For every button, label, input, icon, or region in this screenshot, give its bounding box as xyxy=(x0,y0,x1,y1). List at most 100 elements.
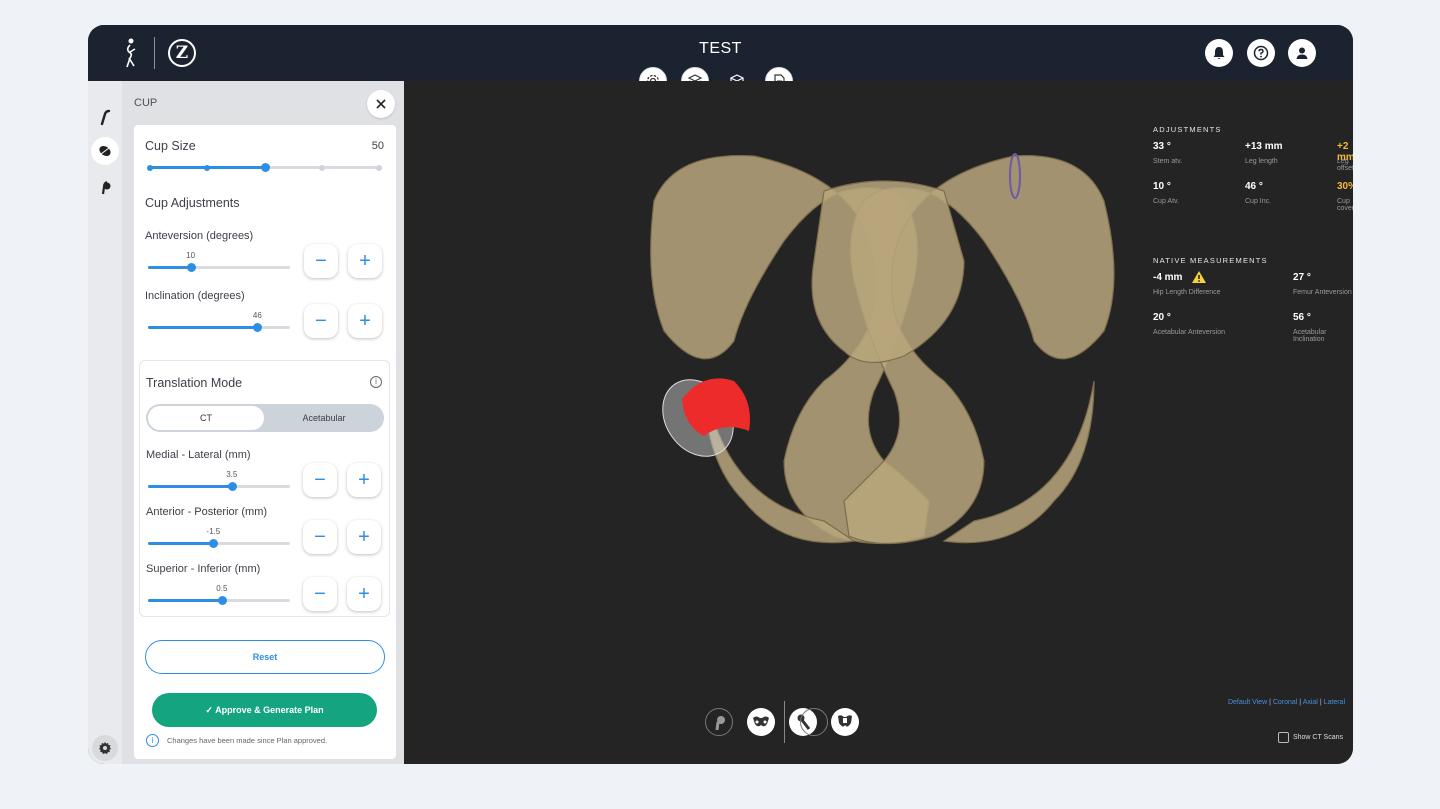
anteversion-label: Anteversion (degrees) xyxy=(145,230,254,242)
adjustments-heading: ADJUSTMENTS xyxy=(1153,125,1222,134)
adjustment-label: Cup coverage xyxy=(1337,198,1353,212)
cup-size-slider[interactable] xyxy=(147,163,382,172)
info-icon: i xyxy=(146,734,159,747)
cup-size-tick xyxy=(376,164,382,171)
adjustment-value: +13 mm xyxy=(1245,141,1283,152)
pelvis-front-view-icon[interactable] xyxy=(831,708,859,736)
superior-inferior-plus-button[interactable]: + xyxy=(347,577,381,611)
adjustment-label: Leg offset xyxy=(1337,158,1353,172)
translation-mode-label: Translation Mode xyxy=(146,376,243,390)
reset-button[interactable]: Reset xyxy=(145,640,385,674)
lateral-view-link[interactable]: Lateral xyxy=(1324,699,1345,706)
info-icon[interactable]: i xyxy=(370,376,382,388)
anteversion-minus-button[interactable]: − xyxy=(304,244,338,278)
bottom-divider xyxy=(784,701,785,743)
cup-size-label: Cup Size xyxy=(145,139,196,153)
adjustment-value: 46 ° xyxy=(1245,181,1263,192)
medial-lateral-value: 3.5 xyxy=(226,470,238,479)
stem-tab-icon[interactable] xyxy=(91,173,119,201)
approve-generate-plan-button[interactable]: ✓ Approve & Generate Plan xyxy=(152,693,377,727)
show-ct-scans-label: Show CT Scans xyxy=(1292,734,1343,741)
slider-knob[interactable] xyxy=(253,323,263,332)
adjustment-label: Cup Inc. xyxy=(1245,198,1272,205)
native-measurement-value: 27 ° xyxy=(1293,272,1311,283)
cup-size-tick xyxy=(147,164,153,171)
medial-lateral-plus-button[interactable]: + xyxy=(347,463,381,497)
plan-change-note: Changes have been made since Plan approv… xyxy=(167,736,328,745)
mode-ct-option[interactable]: CT xyxy=(148,406,264,430)
view-links: Default View | Coronal | Axial | Lateral xyxy=(1227,699,1345,706)
superior-inferior-label: Superior - Inferior (mm) xyxy=(146,563,261,575)
slider-fill xyxy=(148,599,222,602)
radiograph-icon[interactable] xyxy=(800,708,828,736)
medial-lateral-minus-button[interactable]: − xyxy=(303,463,337,497)
slider-knob[interactable] xyxy=(186,263,196,272)
settings-gear-icon[interactable] xyxy=(92,735,118,761)
cup-size-tick xyxy=(204,164,211,171)
slider-knob[interactable] xyxy=(209,539,219,548)
pelvis-model xyxy=(650,153,1115,545)
axial-view-link[interactable]: Axial xyxy=(1303,699,1318,706)
close-button[interactable] xyxy=(367,90,395,118)
anterior-posterior-slider[interactable]: -1.5 xyxy=(148,527,290,548)
app-title: TEST xyxy=(699,40,742,57)
3d-viewer[interactable]: ADJUSTMENTS 33 ° Stem atv. +13 mm Leg lengt… xyxy=(404,81,1353,764)
medial-lateral-slider[interactable]: 3.5 xyxy=(148,470,290,491)
pelvis-view-icon[interactable] xyxy=(747,708,775,736)
show-ct-scans-option[interactable]: Show CT Scans xyxy=(1277,732,1343,743)
mode-acetabular-option[interactable]: Acetabular xyxy=(266,406,382,430)
slider-fill xyxy=(148,485,232,488)
adjustment-label: Cup Atv. xyxy=(1153,198,1179,205)
close-icon xyxy=(376,99,386,109)
translation-mode-section: Translation Mode i CT Acetabular Medial … xyxy=(139,360,390,617)
adjustment-value: 10 ° xyxy=(1153,181,1171,192)
user-icon[interactable] xyxy=(1288,39,1316,67)
panel-title: CUP xyxy=(134,97,158,109)
native-measurement-label: Acetabular Inclination xyxy=(1293,329,1327,343)
slider-fill xyxy=(148,542,214,545)
adjustment-label: Leg length xyxy=(1245,158,1278,165)
left-rail xyxy=(88,81,122,764)
top-bar: Z TEST xyxy=(88,25,1353,81)
anteversion-slider[interactable]: 10 xyxy=(148,251,290,272)
coronal-view-link[interactable]: Coronal xyxy=(1273,699,1298,706)
cup-tab-icon[interactable] xyxy=(91,137,119,165)
inclination-plus-button[interactable]: + xyxy=(348,304,382,338)
bell-icon[interactable] xyxy=(1205,39,1233,67)
cup-adjustments-heading: Cup Adjustments xyxy=(145,196,240,210)
native-measurement-label: Femur Anteversion xyxy=(1293,289,1352,296)
inclination-minus-button[interactable]: − xyxy=(304,304,338,338)
native-measurement-value: 56 ° xyxy=(1293,312,1311,323)
show-ct-scans-checkbox[interactable] xyxy=(1277,732,1289,743)
femur-tab-icon[interactable] xyxy=(91,103,119,131)
anterior-posterior-label: Anterior - Posterior (mm) xyxy=(146,506,268,518)
cup-size-tick xyxy=(318,164,325,171)
inclination-label: Inclination (degrees) xyxy=(145,290,245,302)
superior-inferior-minus-button[interactable]: − xyxy=(303,577,337,611)
superior-inferior-value: 0.5 xyxy=(216,584,228,593)
native-measurement-label: Hip Length Difference xyxy=(1153,289,1221,296)
help-icon[interactable] xyxy=(1247,39,1275,67)
adjustment-value: 33 ° xyxy=(1153,141,1171,152)
slider-fill xyxy=(148,266,191,269)
anterior-posterior-minus-button[interactable]: − xyxy=(303,520,337,554)
native-measurements-heading: NATIVE MEASUREMENTS xyxy=(1153,256,1268,265)
inclination-slider[interactable]: 46 xyxy=(148,311,290,332)
default-view-link[interactable]: Default View xyxy=(1228,699,1267,706)
anteversion-plus-button[interactable]: + xyxy=(348,244,382,278)
app-window: Z TEST CUP Cup Size 50 Cup Adjustments A… xyxy=(88,25,1353,764)
femur-view-icon[interactable] xyxy=(705,708,733,736)
adjustment-label: Stem atv. xyxy=(1153,158,1183,165)
medial-lateral-label: Medial - Lateral (mm) xyxy=(146,449,251,461)
slider-knob[interactable] xyxy=(217,596,227,605)
anterior-posterior-plus-button[interactable]: + xyxy=(347,520,381,554)
adjustment-value: 30% xyxy=(1337,181,1353,192)
superior-inferior-slider[interactable]: 0.5 xyxy=(148,584,290,605)
inclination-value: 46 xyxy=(252,311,262,320)
cup-size-value: 50 xyxy=(371,140,384,152)
slider-knob[interactable] xyxy=(227,482,237,491)
anterior-posterior-value: -1.5 xyxy=(206,527,221,536)
cup-size-knob[interactable] xyxy=(260,163,270,172)
slider-fill xyxy=(148,326,258,329)
native-measurement-label: Acetabular Anteversion xyxy=(1153,329,1225,336)
